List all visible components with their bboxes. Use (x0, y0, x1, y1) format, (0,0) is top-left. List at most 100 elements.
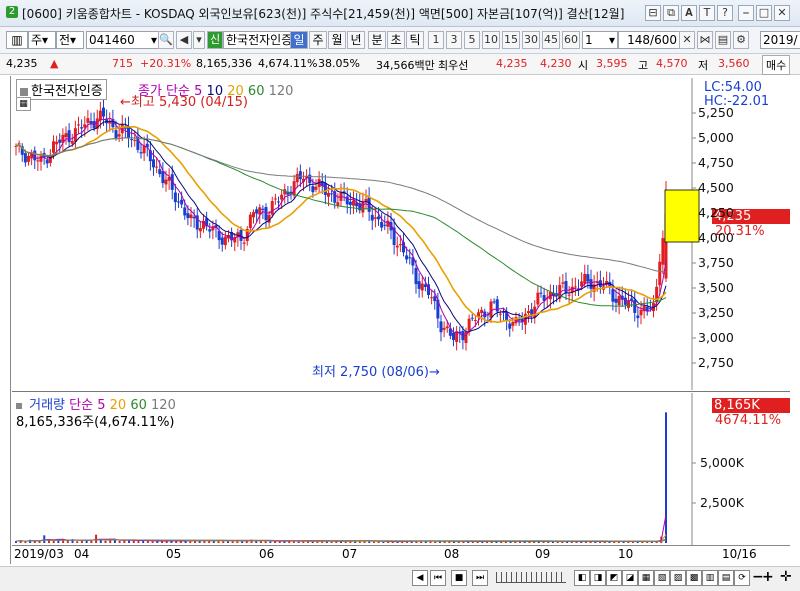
interval-button-30[interactable]: 30 (522, 31, 540, 49)
minimize-icon[interactable]: ⎯ (738, 5, 754, 21)
tool-icon-3[interactable]: ◩ (606, 570, 622, 586)
pane-divider[interactable] (12, 391, 790, 392)
maximize-icon[interactable]: □ (756, 5, 772, 21)
candle-body (89, 121, 93, 124)
price-chart-svg[interactable] (12, 78, 790, 390)
grid-icon[interactable]: ▦ (16, 97, 31, 111)
candle-body (361, 202, 365, 213)
sin-badge: 신 (207, 31, 223, 49)
chart-menu-icon[interactable]: ▥ (6, 31, 28, 49)
stock-code-input[interactable]: 041460 ▾ (86, 31, 160, 49)
tool-icon-1[interactable]: ◧ (574, 570, 590, 586)
text-icon[interactable]: T (699, 5, 715, 21)
interval-button-45[interactable]: 45 (542, 31, 560, 49)
stock-name-field[interactable]: 한국전자인증 (223, 31, 291, 49)
interval-button-5[interactable]: 5 (464, 31, 480, 49)
settings-icon[interactable]: ⚙ (733, 31, 749, 49)
page-display-field[interactable]: 148/600 (618, 31, 680, 49)
tool-icon-7[interactable]: ▨ (670, 570, 686, 586)
stop-button[interactable]: ■ (451, 570, 467, 586)
tool-icon-6[interactable]: ▧ (654, 570, 670, 586)
candle-body (252, 212, 255, 218)
volume-ma-line (15, 514, 667, 543)
tool-icon-5[interactable]: ▦ (638, 570, 654, 586)
count-select[interactable]: 1 ▾ (582, 31, 618, 49)
candle-body (130, 139, 134, 141)
close-icon[interactable]: ✕ (774, 5, 790, 21)
period-button-tick[interactable]: 틱 (406, 31, 424, 49)
candle-body (589, 279, 593, 289)
speaker-icon[interactable]: ◀ (176, 31, 192, 49)
crosshair-icon[interactable]: ✛ (780, 569, 792, 585)
interval-button-10[interactable]: 10 (482, 31, 500, 49)
chart-type-select[interactable]: 주▾ (28, 31, 56, 49)
interval-button-60[interactable]: 60 (562, 31, 580, 49)
font-icon[interactable]: 𝐀 (681, 5, 697, 21)
candle-body (52, 141, 55, 153)
volume-bar (372, 541, 375, 543)
chart-tool-icon[interactable]: ✕ (679, 31, 695, 49)
highlight-box (664, 189, 700, 243)
tool-icon-2[interactable]: ◨ (590, 570, 606, 586)
candle-body (430, 297, 434, 299)
interval-button-15[interactable]: 15 (502, 31, 520, 49)
scroll-left-button[interactable]: ◀ (412, 570, 428, 586)
restore-icon[interactable]: ⧉ (663, 5, 679, 21)
high-annotation-text: 최고 5,430 (04/15) (130, 95, 248, 110)
period-mode-select[interactable]: 전▾ (56, 31, 84, 49)
current-pct-label: 20.31% (715, 224, 765, 239)
trade-button[interactable]: 매수 (762, 55, 791, 75)
candle-body (336, 202, 340, 206)
period-button-second[interactable]: 초 (387, 31, 405, 49)
period-button-month[interactable]: 월 (328, 31, 346, 49)
quote-volume: 8,165,336 (196, 57, 252, 70)
layout-icon[interactable]: ⊟ (645, 5, 661, 21)
period-button-day[interactable]: 일 (290, 31, 308, 49)
period-button-year[interactable]: 년 (347, 31, 365, 49)
volume-bar (128, 540, 131, 543)
volume-bar (52, 540, 55, 543)
dropdown-arrow-icon[interactable]: ▾ (193, 31, 205, 49)
candle-body (23, 153, 27, 163)
search-icon[interactable]: 🔍 (158, 31, 174, 49)
date-input[interactable]: 2019/ (760, 31, 800, 49)
volume-bar (95, 534, 98, 543)
candle-body (314, 186, 318, 190)
interval-button-1[interactable]: 1 (428, 31, 444, 49)
interval-button-3[interactable]: 3 (446, 31, 462, 49)
save-icon[interactable]: ▤ (715, 31, 731, 49)
rewind-button[interactable]: ⏮ (430, 570, 446, 586)
candle-body (242, 242, 246, 244)
volume-pane[interactable]: 거래량 단순 5 20 60 120 8,165,336주(4,674.11%)… (12, 393, 790, 545)
tool-icon-4[interactable]: ◪ (622, 570, 638, 586)
candle-body (367, 196, 371, 212)
candle-body (114, 130, 118, 139)
volume-bar (29, 539, 32, 543)
candle-body (117, 134, 121, 137)
help-icon[interactable]: ? (717, 5, 733, 21)
magnet-icon[interactable]: ⋈ (697, 31, 713, 49)
period-button-week[interactable]: 주 (309, 31, 327, 49)
candle-body (567, 294, 571, 296)
refresh-icon[interactable]: ⟳ (734, 570, 750, 586)
tool-icon-10[interactable]: ▤ (718, 570, 734, 586)
candle-body (133, 139, 137, 141)
candle-body (473, 319, 477, 321)
period-button-minute[interactable]: 분 (368, 31, 386, 49)
candle-body (561, 282, 565, 284)
price-pane[interactable]: 한국전자인증 종가 단순 5 10 20 60 120 ▦ ←최고 5,430 … (12, 78, 790, 390)
date-label-06: 06 (259, 547, 275, 561)
candle-body (383, 224, 387, 226)
quote-change: 715 (112, 57, 133, 70)
candle-body (492, 301, 496, 303)
current-volume-pct-label: 4674.11% (715, 413, 782, 428)
candle-body (323, 183, 327, 195)
candle-body (86, 118, 90, 123)
zoom-in-button[interactable]: + (762, 569, 774, 585)
candle-body (636, 315, 640, 319)
volume-bar (236, 541, 239, 543)
tool-icon-8[interactable]: ▩ (686, 570, 702, 586)
zoom-slider[interactable] (496, 572, 566, 583)
fast-forward-button[interactable]: ⏭ (472, 570, 488, 586)
tool-icon-9[interactable]: ▥ (702, 570, 718, 586)
